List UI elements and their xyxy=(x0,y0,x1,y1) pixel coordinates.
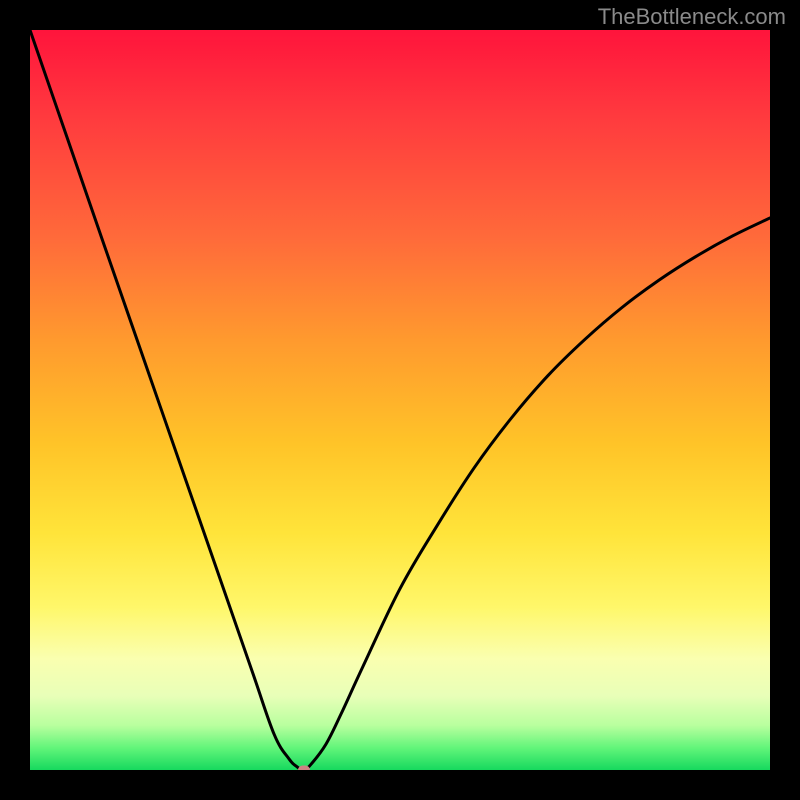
chart-frame: TheBottleneck.com xyxy=(0,0,800,800)
watermark-label: TheBottleneck.com xyxy=(598,4,786,30)
bottleneck-curve xyxy=(30,30,770,770)
minimum-marker xyxy=(298,766,310,771)
plot-area xyxy=(30,30,770,770)
